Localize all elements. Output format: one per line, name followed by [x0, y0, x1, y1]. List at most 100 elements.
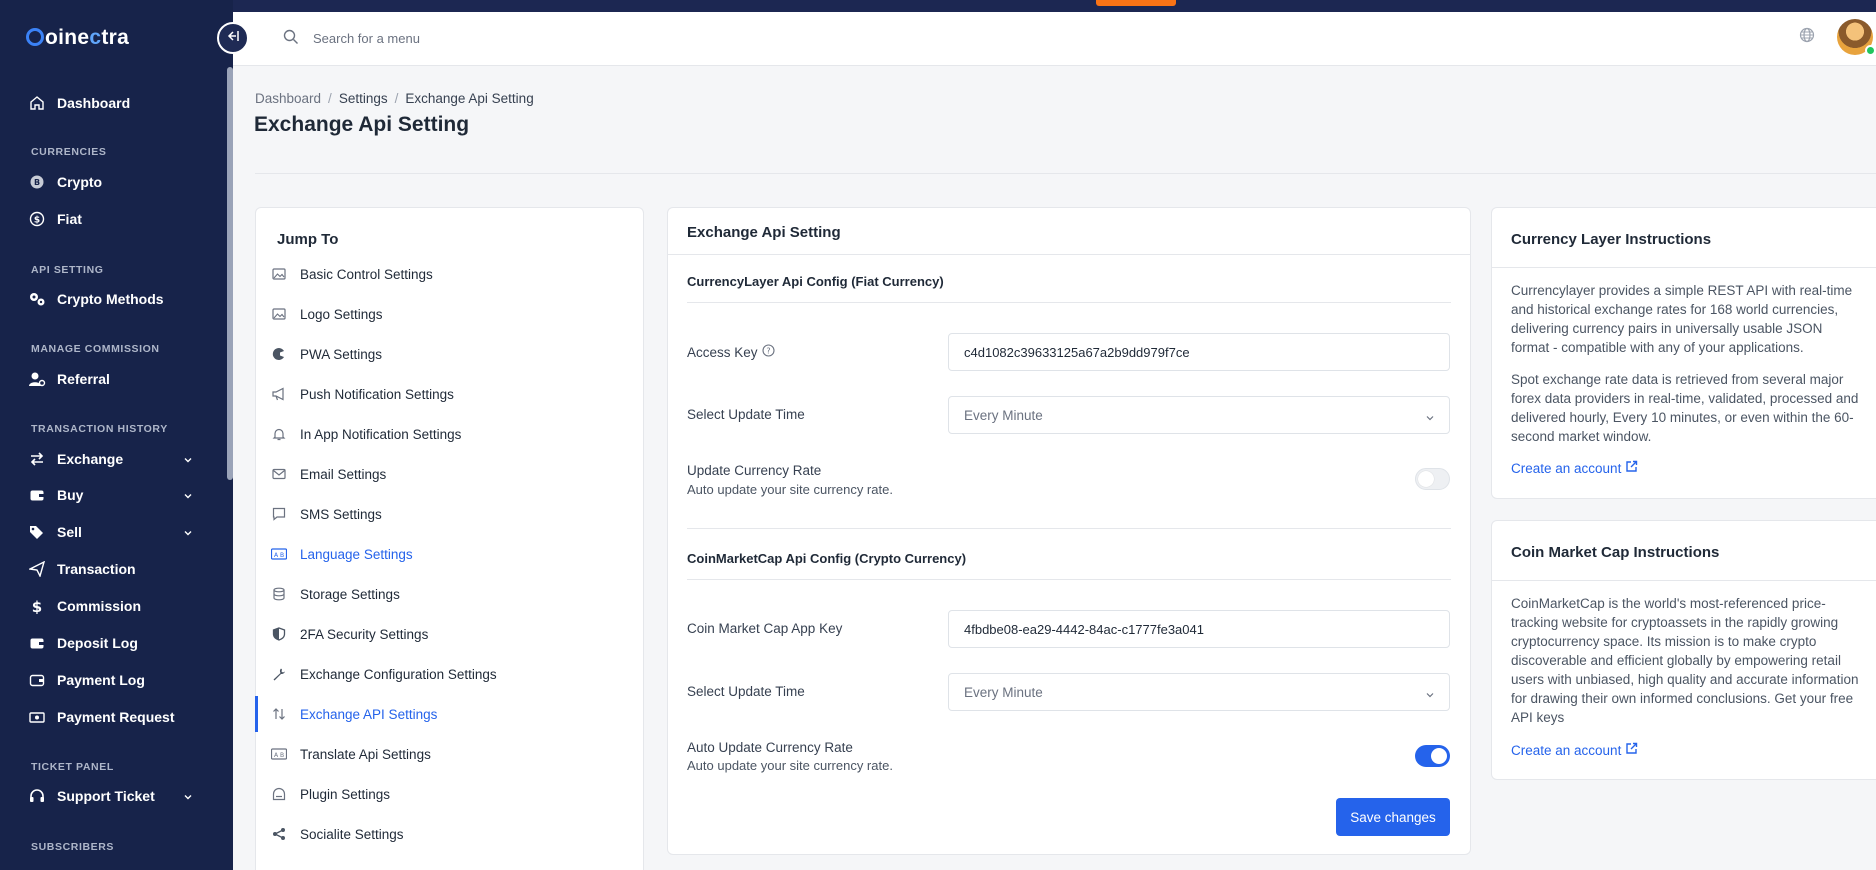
tags-icon [28, 523, 46, 541]
currencylayer-instructions-paragraph: Currencylayer provides a simple REST API… [1511, 283, 1853, 355]
currencylayer-section-title: CurrencyLayer Api Config (Fiat Currency) [687, 274, 944, 289]
app-logo[interactable]: oinectra [26, 26, 129, 50]
coinmarketcap-create-account-link[interactable]: Create an account [1511, 742, 1638, 758]
coinmarketcap-instructions-paragraph: CoinMarketCap is the world's most-refere… [1511, 596, 1859, 725]
jump-item-logo[interactable]: Logo Settings [271, 302, 631, 326]
sidebar-item-buy[interactable]: Buy [28, 483, 193, 507]
sidebar-item-support-ticket[interactable]: Support Ticket [28, 784, 193, 808]
currencylayer-update-time-label: Select Update Time [687, 407, 805, 422]
chevron-down-icon [183, 789, 193, 805]
sidebar-item-dashboard[interactable]: Dashboard [28, 91, 193, 115]
wallet-icon [28, 486, 46, 504]
jump-item-2fa[interactable]: 2FA Security Settings [271, 622, 631, 646]
chat-bubble-icon [271, 506, 287, 522]
bell-icon [271, 426, 287, 442]
currencylayer-create-account-link[interactable]: Create an account [1511, 460, 1638, 476]
help-circle-icon[interactable]: ? [761, 344, 775, 360]
external-link-icon [1621, 742, 1638, 758]
jump-item-push-notification[interactable]: Push Notification Settings [271, 382, 631, 406]
sidebar-item-deposit-log[interactable]: Deposit Log [28, 631, 193, 655]
breadcrumb-current: Exchange Api Setting [405, 91, 534, 106]
sidebar-item-exchange[interactable]: Exchange [28, 447, 193, 471]
toggle-knob [1431, 748, 1447, 764]
chevron-down-icon [183, 525, 193, 541]
jump-item-basic-control[interactable]: Basic Control Settings [271, 262, 631, 286]
coinmarketcap-app-key-input[interactable] [948, 610, 1450, 648]
svg-text:B: B [34, 178, 40, 187]
svg-text:$: $ [32, 598, 42, 614]
chevron-down-icon [1425, 688, 1435, 703]
coinmarketcap-update-time-select[interactable]: Every Minute [948, 673, 1450, 711]
globe-icon[interactable] [1799, 27, 1815, 48]
auto-update-currency-rate-toggle[interactable] [1415, 745, 1450, 767]
language-icon: AB [271, 746, 287, 762]
sidebar-scrollbar[interactable] [227, 67, 233, 480]
sidebar-item-crypto-methods[interactable]: Crypto Methods [28, 287, 193, 311]
sidebar-item-transaction[interactable]: Transaction [28, 557, 193, 581]
chevron-down-icon [183, 452, 193, 468]
auto-update-currency-rate-title: Auto Update Currency Rate [687, 740, 853, 755]
plugin-icon [271, 786, 287, 802]
divider [1492, 267, 1876, 268]
jump-item-in-app-notification[interactable]: In App Notification Settings [271, 422, 631, 446]
shield-icon [271, 626, 287, 642]
svg-text:$: $ [34, 216, 40, 226]
top-strip [0, 0, 1876, 12]
card-title: Exchange Api Setting [687, 224, 841, 241]
pwa-icon [271, 346, 287, 362]
sidebar: oinectra Dashboard CURRENCIES B Crypto $… [0, 0, 233, 870]
jump-item-socialite[interactable]: Socialite Settings [271, 822, 631, 846]
dollar-icon: $ [28, 597, 46, 615]
access-key-label: Access Key ? [687, 344, 775, 360]
jump-item-storage[interactable]: Storage Settings [271, 582, 631, 606]
currencylayer-update-time-select[interactable]: Every Minute [948, 396, 1450, 434]
divider [255, 173, 1876, 174]
jump-item-exchange-api[interactable]: Exchange API Settings [255, 696, 631, 732]
jump-item-sms[interactable]: SMS Settings [271, 502, 631, 526]
envelope-icon [271, 466, 287, 482]
svg-text:A: A [274, 752, 279, 759]
search-input[interactable] [313, 27, 713, 49]
search-icon [283, 29, 299, 50]
breadcrumb-settings[interactable]: Settings [339, 91, 388, 106]
jump-item-pwa[interactable]: PWA Settings [271, 342, 631, 366]
section-transaction-history: TRANSACTION HISTORY [31, 423, 168, 435]
coinmarketcap-instructions-card: Coin Market Cap Instructions CoinMarketC… [1491, 520, 1876, 780]
jump-item-email[interactable]: Email Settings [271, 462, 631, 486]
coinmarketcap-instructions-title: Coin Market Cap Instructions [1511, 544, 1720, 561]
sidebar-item-payment-log[interactable]: Payment Log [28, 668, 193, 692]
sidebar-item-fiat[interactable]: $ Fiat [28, 207, 193, 231]
user-avatar[interactable] [1837, 19, 1876, 56]
breadcrumb-dashboard[interactable]: Dashboard [255, 91, 321, 106]
divider [668, 254, 1470, 255]
exchange-api-settings-card: Exchange Api Setting CurrencyLayer Api C… [667, 207, 1471, 855]
logo-mark [26, 28, 44, 46]
update-currency-rate-description: Auto update your site currency rate. [687, 482, 893, 497]
chevron-down-icon [1425, 411, 1435, 426]
bitcoin-icon: B [28, 173, 46, 191]
section-manage-commission: MANAGE COMMISSION [31, 343, 160, 355]
jump-item-translate-api[interactable]: AB Translate Api Settings [271, 742, 631, 766]
jump-item-exchange-configuration[interactable]: Exchange Configuration Settings [271, 662, 631, 686]
money-bill-icon [28, 708, 46, 726]
save-changes-button[interactable]: Save changes [1336, 798, 1450, 836]
svg-text:B: B [280, 552, 284, 559]
sidebar-collapse-button[interactable] [217, 22, 249, 54]
coinmarketcap-app-key-label: Coin Market Cap App Key [687, 621, 843, 636]
sidebar-item-commission[interactable]: $ Commission [28, 594, 193, 618]
language-icon: AB [271, 546, 287, 562]
sidebar-item-referral[interactable]: Referral [28, 367, 193, 391]
access-key-input[interactable] [948, 333, 1450, 371]
image-icon [271, 306, 287, 322]
online-status-dot [1865, 45, 1876, 56]
sidebar-item-crypto[interactable]: B Crypto [28, 170, 193, 194]
jump-item-plugin[interactable]: Plugin Settings [271, 782, 631, 806]
share-icon [271, 826, 287, 842]
update-currency-rate-toggle[interactable] [1415, 468, 1450, 490]
sidebar-item-sell[interactable]: Sell [28, 520, 193, 544]
jump-item-language[interactable]: AB Language Settings [271, 542, 631, 566]
page-title: Exchange Api Setting [254, 113, 470, 136]
currencylayer-instructions-card: Currency Layer Instructions Currencylaye… [1491, 207, 1876, 499]
megaphone-icon [271, 386, 287, 402]
sidebar-item-payment-request[interactable]: Payment Request [28, 705, 193, 729]
